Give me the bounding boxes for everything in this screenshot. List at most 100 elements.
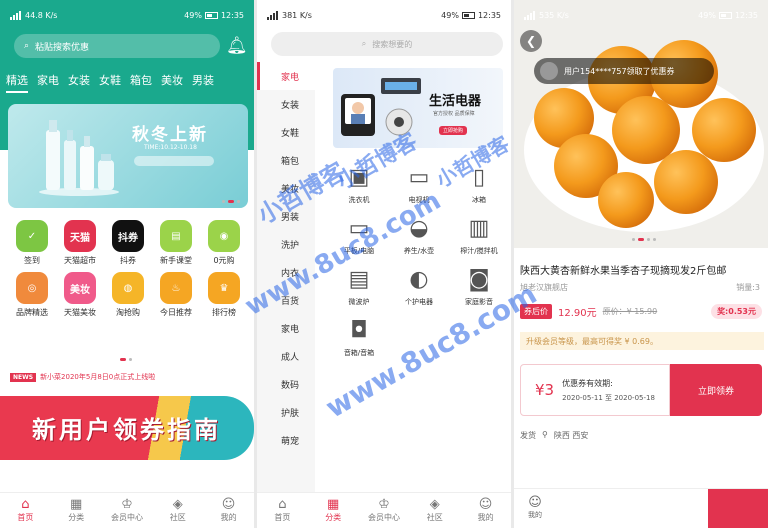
product-item[interactable]: ▯ 冰箱: [449, 162, 509, 205]
price-original: 原价：¥ 15.90: [602, 307, 658, 316]
product-item[interactable]: ◒ 养生/水壶: [389, 213, 449, 256]
sidebar-item[interactable]: 男装: [257, 202, 315, 230]
sidebar-item[interactable]: 家电: [257, 314, 315, 342]
shortcut-item[interactable]: 抖券 抖券: [104, 220, 152, 266]
shortcut-icon: ◍: [112, 272, 144, 304]
avatar: [540, 62, 558, 80]
shortcut-item[interactable]: ◎ 品牌精选: [8, 272, 56, 318]
shop-name[interactable]: 旭老汉旗舰店: [520, 282, 568, 293]
product-item[interactable]: ▥ 榨汁/搅拌机: [449, 213, 509, 256]
shortcut-item[interactable]: ♛ 排行榜: [200, 272, 248, 318]
tab-grid[interactable]: ▦ 分类: [308, 493, 359, 528]
sidebar-item[interactable]: 萌宠: [257, 426, 315, 454]
banner-title: 秋冬上新: [132, 125, 208, 145]
tab-crown[interactable]: ♔ 会员中心: [102, 493, 153, 528]
search-input[interactable]: ⌕ 粘贴搜索优惠: [14, 34, 220, 58]
tab-user[interactable]: ☺ 我的: [460, 493, 511, 528]
shortcut-item[interactable]: ◍ 淘抢购: [104, 272, 152, 318]
ship-label: 发货: [520, 431, 536, 440]
category-tab[interactable]: 美妆: [161, 72, 183, 93]
sidebar-item[interactable]: 家电: [257, 62, 315, 90]
product-photo[interactable]: [514, 0, 768, 248]
back-icon[interactable]: ❮: [520, 30, 542, 52]
tab-home[interactable]: ⌂ 首页: [257, 493, 308, 528]
battery-icon: [204, 11, 218, 19]
product-icon: ◒: [409, 215, 429, 241]
shortcut-icon: 天猫: [64, 220, 96, 252]
sidebar-item[interactable]: 洗护: [257, 230, 315, 258]
appliance-banner[interactable]: 生活电器 官方授权 品质保障 立即抢购: [333, 68, 503, 148]
product-item[interactable]: ◘ 音箱/音箱: [329, 315, 389, 358]
claim-coupon-button[interactable]: 立即领券: [670, 364, 762, 416]
category-tab[interactable]: 女鞋: [99, 72, 121, 93]
shortcut-item[interactable]: 美妆 天猫美妆: [56, 272, 104, 318]
category-tab[interactable]: 男装: [192, 72, 214, 93]
tab-community[interactable]: ◈ 社区: [409, 493, 460, 528]
category-tab[interactable]: 精选: [6, 72, 28, 93]
battery-icon: [461, 11, 475, 19]
sidebar-item[interactable]: 女鞋: [257, 118, 315, 146]
toast-text: 用户154****757领取了优惠券: [564, 66, 675, 76]
crown-icon: ♔: [121, 497, 133, 512]
product-grid: ▣ 洗衣机 ▭ 电视机 ▯ 冰箱 ▭ 平板/电脑 ◒ 养生/水壶 ▥ 榨汁/搅拌机 ▤ 微波炉 ◐ 个护电器 ◙…: [329, 162, 509, 358]
shortcut-label: 今日推荐: [160, 308, 192, 317]
buy-button[interactable]: [708, 489, 768, 528]
shortcut-item[interactable]: ♨ 今日推荐: [152, 272, 200, 318]
product-label: 音箱/音箱: [343, 349, 375, 357]
search-placeholder: 搜索想要的: [372, 39, 413, 49]
sidebar-item[interactable]: 箱包: [257, 146, 315, 174]
tab-crown[interactable]: ♔ 会员中心: [359, 493, 410, 528]
shortcut-item[interactable]: 天猫 天猫超市: [56, 220, 104, 266]
shortcut-icon: ♛: [208, 272, 240, 304]
crown-icon: ♔: [378, 497, 390, 512]
sidebar-item[interactable]: 女装: [257, 90, 315, 118]
shortcut-grid: ✓ 签到 天猫 天猫超市 抖券 抖券 ▤ 新手课堂 ◉ 0元购 ◎ 品牌精选 美妆 天猫美妆 ◍ 淘抢购 ♨ 今日…: [8, 220, 248, 318]
sidebar-item[interactable]: 百货: [257, 286, 315, 314]
product-item[interactable]: ▭ 电视机: [389, 162, 449, 205]
search-input[interactable]: ⌕ 搜索想要的: [271, 32, 503, 56]
shortcut-icon: 美妆: [64, 272, 96, 304]
category-tab[interactable]: 女装: [68, 72, 90, 93]
product-label: 家庭影音: [465, 298, 493, 306]
tab-grid[interactable]: ▦ 分类: [51, 493, 102, 528]
tab-label: 分类: [325, 513, 342, 522]
product-item[interactable]: ◙ 家庭影音: [449, 264, 509, 307]
product-item[interactable]: ▣ 洗衣机: [329, 162, 389, 205]
sidebar-item[interactable]: 成人: [257, 342, 315, 370]
tab-label: 分类: [68, 513, 85, 522]
tab-home[interactable]: ⌂ 首页: [0, 493, 51, 528]
upgrade-notice[interactable]: 升级会员等级，最高可得奖 ¥ 0.69。: [520, 332, 764, 350]
user-icon: ☺: [478, 497, 493, 512]
product-label: 冰箱: [472, 196, 486, 204]
sidebar-item[interactable]: 美妆: [257, 174, 315, 202]
sidebar-item[interactable]: 数码: [257, 370, 315, 398]
category-tab[interactable]: 家电: [37, 72, 59, 93]
banner-title: 生活电器: [429, 94, 482, 109]
product-item[interactable]: ◐ 个护电器: [389, 264, 449, 307]
shortcut-label: 淘抢购: [116, 308, 140, 317]
bell-icon[interactable]: 🔔︎: [226, 36, 248, 56]
shortcut-item[interactable]: ◉ 0元购: [200, 220, 248, 266]
shortcut-label: 0元购: [213, 256, 235, 265]
clock: 12:35: [734, 10, 758, 20]
promo-banner[interactable]: 秋冬上新 TIME:10.12-10.18: [8, 104, 248, 208]
tab-community[interactable]: ◈ 社区: [152, 493, 203, 528]
shortcut-item[interactable]: ✓ 签到: [8, 220, 56, 266]
category-tab[interactable]: 箱包: [130, 72, 152, 93]
shortcut-label: 天猫超市: [64, 256, 96, 265]
new-user-guide-banner[interactable]: 新用户领券指南: [0, 396, 254, 460]
shortcut-label: 天猫美妆: [64, 308, 96, 317]
news-bar[interactable]: NEWS 新小菜2020年5月8日0点正式上线啦: [10, 372, 155, 382]
mine-label: 我的: [528, 511, 542, 519]
shortcut-item[interactable]: ▤ 新手课堂: [152, 220, 200, 266]
sidebar-item[interactable]: 内衣: [257, 258, 315, 286]
product-item[interactable]: ▤ 微波炉: [329, 264, 389, 307]
tab-user[interactable]: ☺ 我的: [203, 493, 254, 528]
mine-button[interactable]: ☺ 我的: [528, 495, 542, 520]
buy-now-button[interactable]: 立即抢购: [439, 126, 468, 135]
community-icon: ◈: [429, 497, 440, 512]
sidebar-item[interactable]: 护肤: [257, 398, 315, 426]
product-item[interactable]: ▭ 平板/电脑: [329, 213, 389, 256]
news-text: 新小菜2020年5月8日0点正式上线啦: [40, 373, 156, 381]
home-icon: ⌂: [278, 497, 287, 512]
